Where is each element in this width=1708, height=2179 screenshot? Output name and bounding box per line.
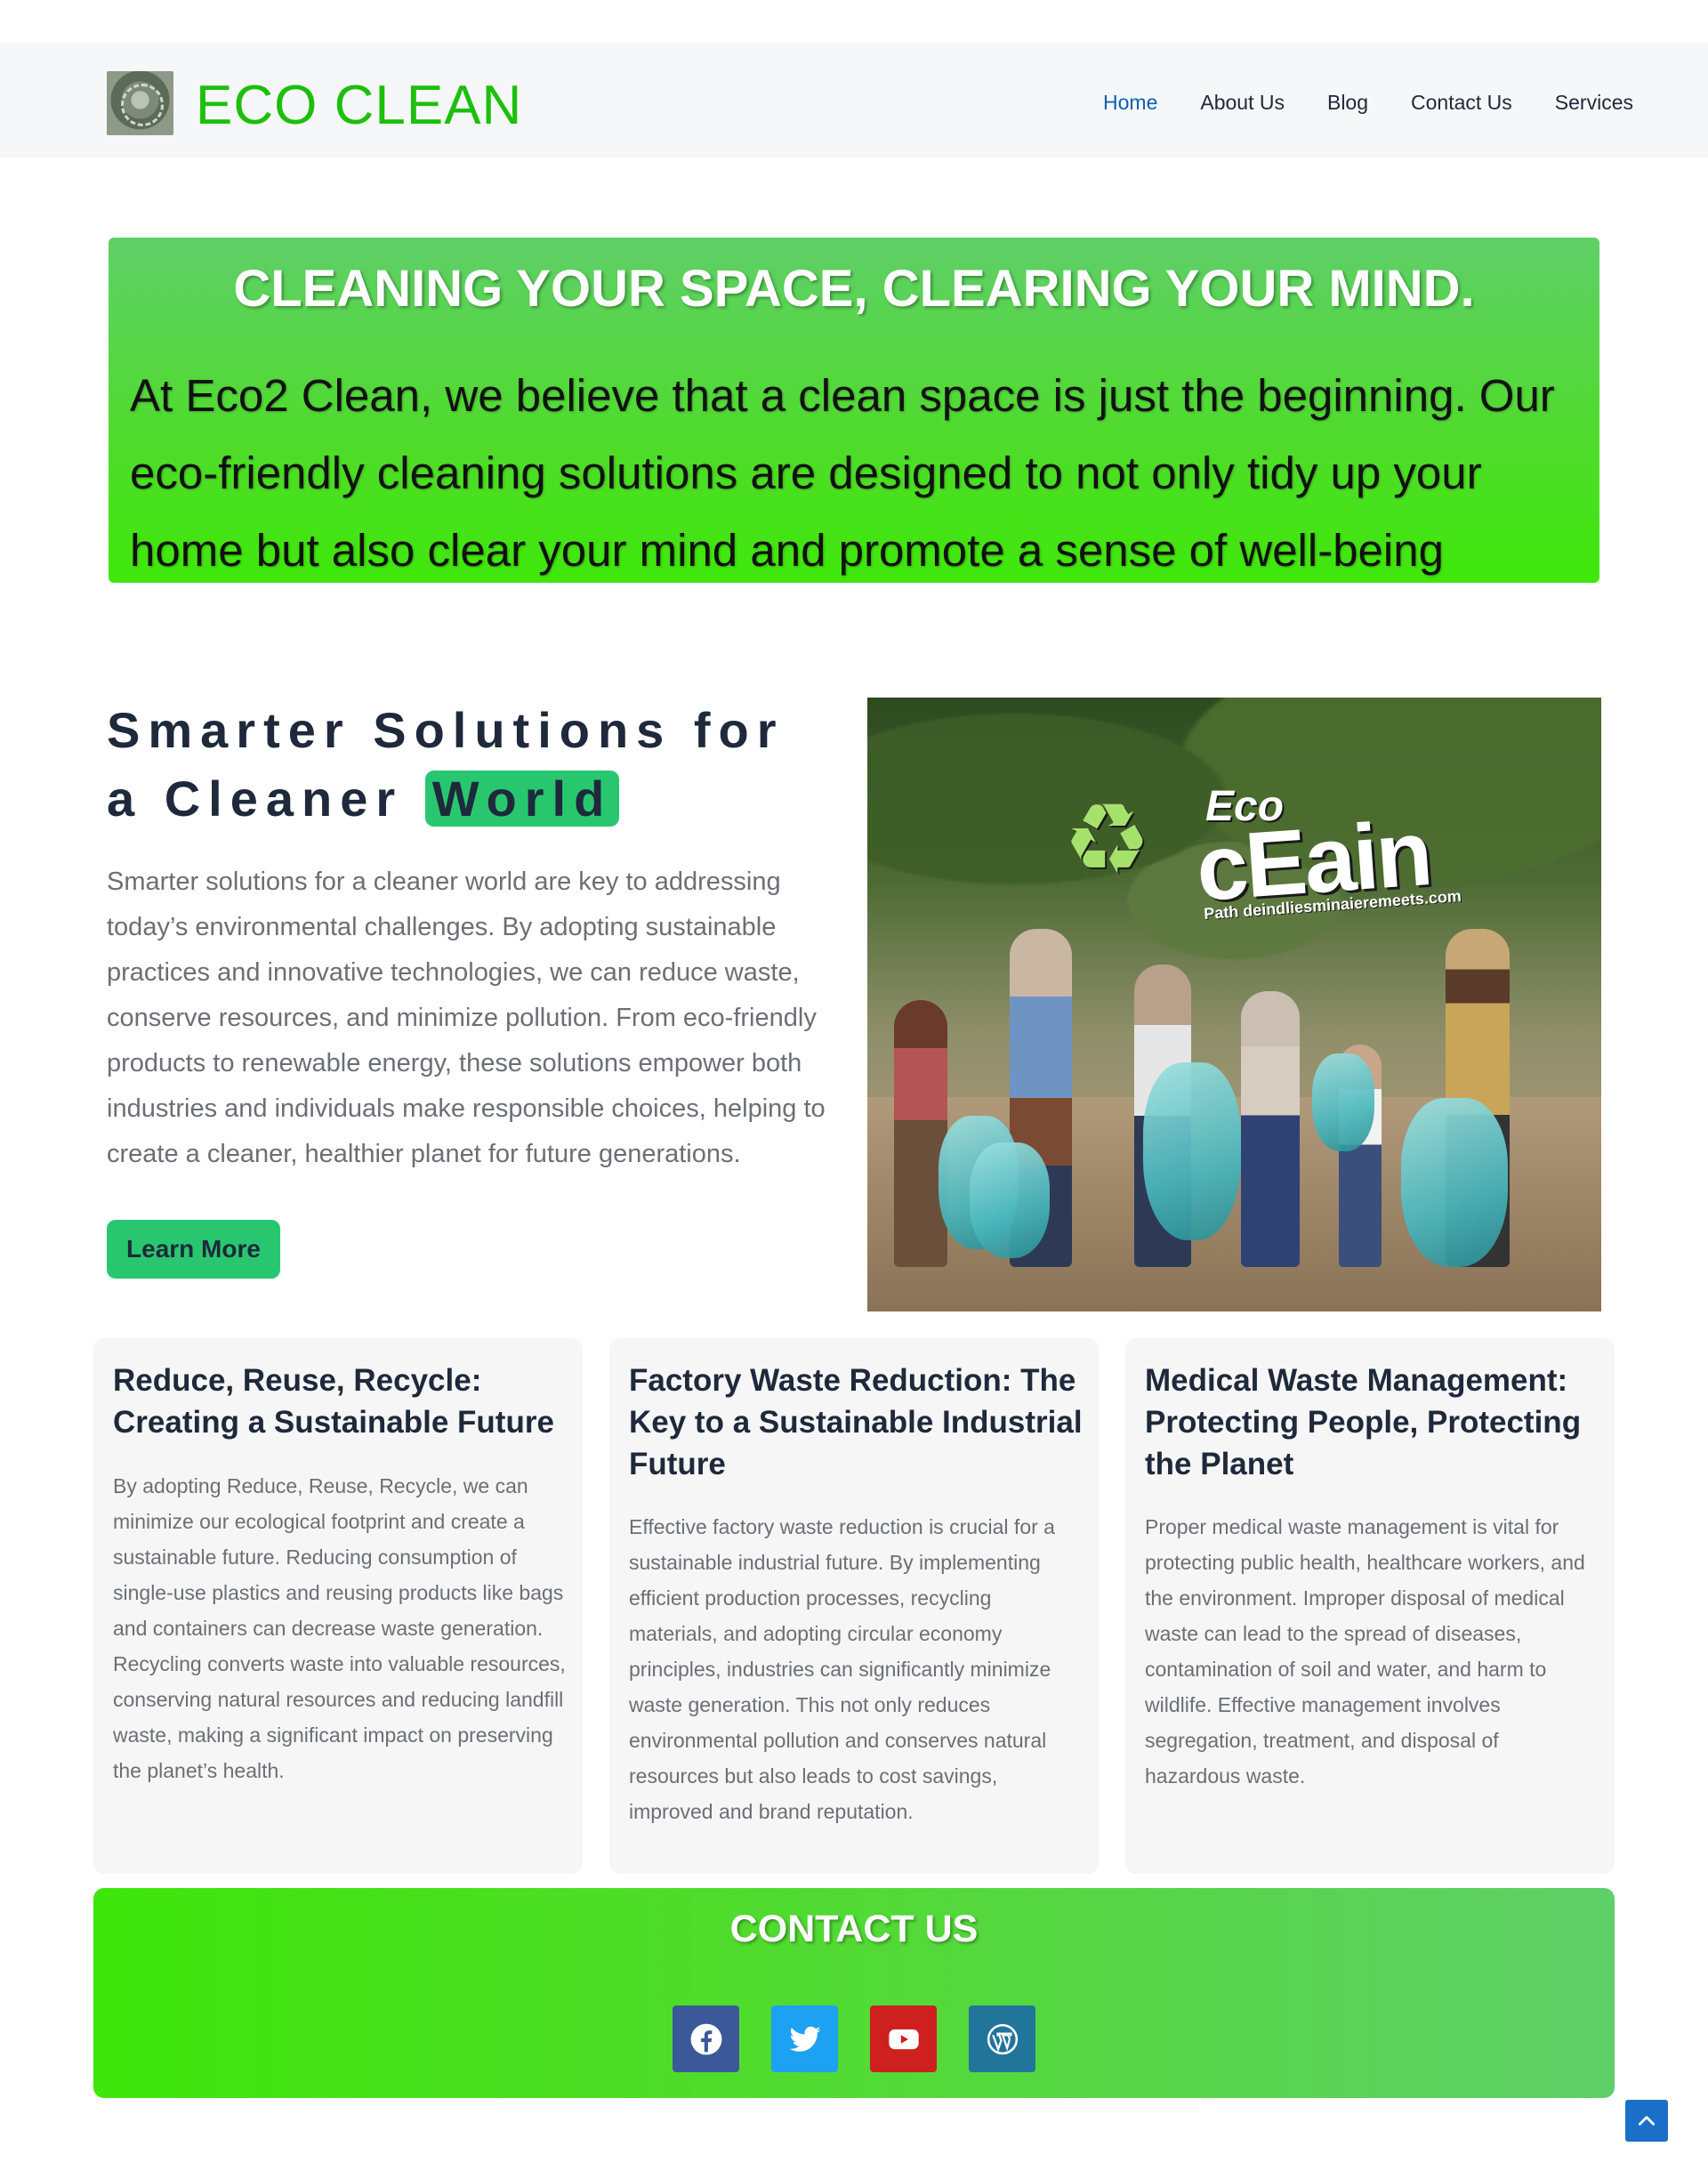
facebook-link[interactable]	[673, 2005, 739, 2072]
photo-person	[1241, 991, 1300, 1267]
youtube-icon	[888, 2029, 919, 2049]
twitter-link[interactable]	[771, 2005, 838, 2072]
nav-item-contact-us[interactable]: Contact Us	[1411, 87, 1512, 118]
wordpress-icon	[987, 2023, 1018, 2054]
card-recycle: Reduce, Reuse, Recycle: Creating a Susta…	[93, 1338, 583, 1874]
learn-more-button[interactable]: Learn More	[107, 1220, 280, 1279]
photo-trash-bag	[1143, 1062, 1241, 1240]
nav-item-about-us[interactable]: About Us	[1200, 87, 1285, 118]
card-text: By adopting Reduce, Reuse, Recycle, we c…	[113, 1474, 566, 1782]
site-logo[interactable]	[107, 71, 173, 135]
wordpress-link[interactable]	[969, 2005, 1035, 2072]
photo-eco-clean-logo: ♻ Eco cEain Path deindliesminaieremeets.…	[1063, 782, 1472, 923]
solutions-title-highlight: World	[424, 771, 620, 827]
solutions-text: Smarter solutions for a cleaner world ar…	[107, 868, 826, 1168]
hero-text: At Eco2 Clean, we believe that a clean s…	[130, 370, 1555, 576]
nav-item-home[interactable]: Home	[1103, 87, 1157, 118]
card-factory-waste: Factory Waste Reduction: The Key to a Su…	[609, 1338, 1099, 1874]
photo-trash-bag	[1312, 1053, 1374, 1151]
hero-title: CLEANING YOUR SPACE, CLEARING YOUR MIND.	[233, 260, 1475, 318]
site-header: ECO CLEAN Home About Us Blog Contact Us …	[0, 43, 1708, 157]
site-title[interactable]: ECO CLEAN	[196, 78, 522, 133]
recycle-icon: ♻	[1063, 785, 1151, 894]
card-text: Effective factory waste reduction is cru…	[629, 1515, 1055, 1823]
social-links	[673, 2005, 1035, 2072]
card-title: Medical Waste Management: Protecting Peo…	[1145, 1363, 1582, 1481]
scroll-to-top-button[interactable]	[1625, 2100, 1668, 2142]
photo-trash-bag	[1401, 1098, 1508, 1267]
card-text: Proper medical waste management is vital…	[1145, 1515, 1585, 1788]
hero-banner: CLEANING YOUR SPACE, CLEARING YOUR MIND.…	[109, 238, 1599, 583]
main-nav: Home About Us Blog Contact Us Services	[1103, 87, 1633, 118]
cleanup-photo: ♻ Eco cEain Path deindliesminaieremeets.…	[867, 698, 1601, 1311]
nav-item-services[interactable]: Services	[1555, 87, 1633, 118]
chevron-up-icon	[1639, 2115, 1655, 2126]
facebook-icon	[690, 2023, 721, 2054]
youtube-link[interactable]	[870, 2005, 937, 2072]
photo-trash-bag	[970, 1142, 1050, 1258]
card-medical-waste: Medical Waste Management: Protecting Peo…	[1125, 1338, 1615, 1874]
nav-item-blog[interactable]: Blog	[1327, 87, 1368, 118]
twitter-icon	[789, 2026, 820, 2052]
contact-section: CONTACT US	[93, 1888, 1615, 2098]
card-title: Reduce, Reuse, Recycle: Creating a Susta…	[113, 1363, 554, 1440]
card-title: Factory Waste Reduction: The Key to a Su…	[629, 1363, 1083, 1481]
photo-person	[894, 1000, 947, 1267]
solutions-title: Smarter Solutions for a Cleaner World	[107, 696, 836, 833]
contact-title: CONTACT US	[729, 1908, 979, 1950]
